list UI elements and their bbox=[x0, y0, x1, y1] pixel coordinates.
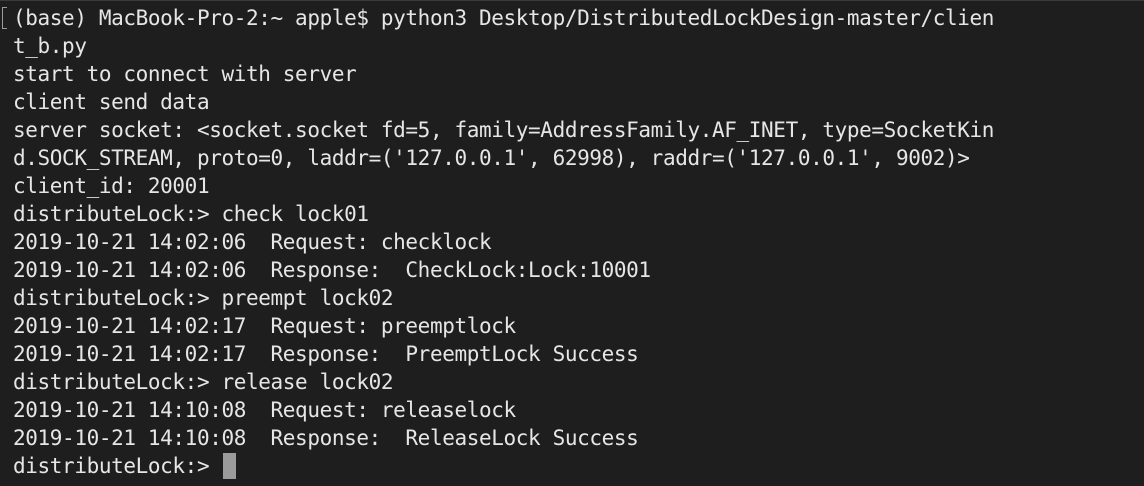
terminal-window[interactable]: (base) MacBook-Pro-2:~ apple$ python3 De… bbox=[0, 0, 1144, 486]
output-line: (base) MacBook-Pro-2:~ apple$ python3 De… bbox=[13, 6, 995, 30]
output-line: client send data bbox=[13, 90, 210, 114]
output-line: 2019-10-21 14:02:17 Request: preemptlock bbox=[13, 314, 516, 338]
output-line: 2019-10-21 14:10:08 Response: ReleaseLoc… bbox=[13, 426, 639, 450]
output-line: 2019-10-21 14:10:08 Request: releaselock bbox=[13, 398, 516, 422]
output-line: 2019-10-21 14:02:06 Request: checklock bbox=[13, 230, 492, 254]
output-line: t_b.py bbox=[13, 34, 87, 58]
output-line: server socket: <socket.socket fd=5, fami… bbox=[13, 118, 995, 142]
output-line: 2019-10-21 14:02:06 Response: CheckLock:… bbox=[13, 258, 651, 282]
text-cursor bbox=[223, 453, 237, 479]
output-line: 2019-10-21 14:02:17 Response: PreemptLoc… bbox=[13, 342, 639, 366]
output-line: client_id: 20001 bbox=[13, 174, 210, 198]
output-line: distributeLock:> release lock02 bbox=[13, 370, 394, 394]
output-line: start to connect with server bbox=[13, 62, 357, 86]
line-mark-bracket bbox=[2, 7, 7, 29]
output-line: d.SOCK_STREAM, proto=0, laddr=('127.0.0.… bbox=[13, 146, 970, 170]
prompt-line[interactable]: distributeLock:> bbox=[13, 452, 1144, 480]
output-line: distributeLock:> preempt lock02 bbox=[13, 286, 394, 310]
prompt-text: distributeLock:> bbox=[13, 454, 222, 478]
output-line: distributeLock:> check lock01 bbox=[13, 202, 369, 226]
terminal-output: (base) MacBook-Pro-2:~ apple$ python3 De… bbox=[13, 4, 1144, 480]
